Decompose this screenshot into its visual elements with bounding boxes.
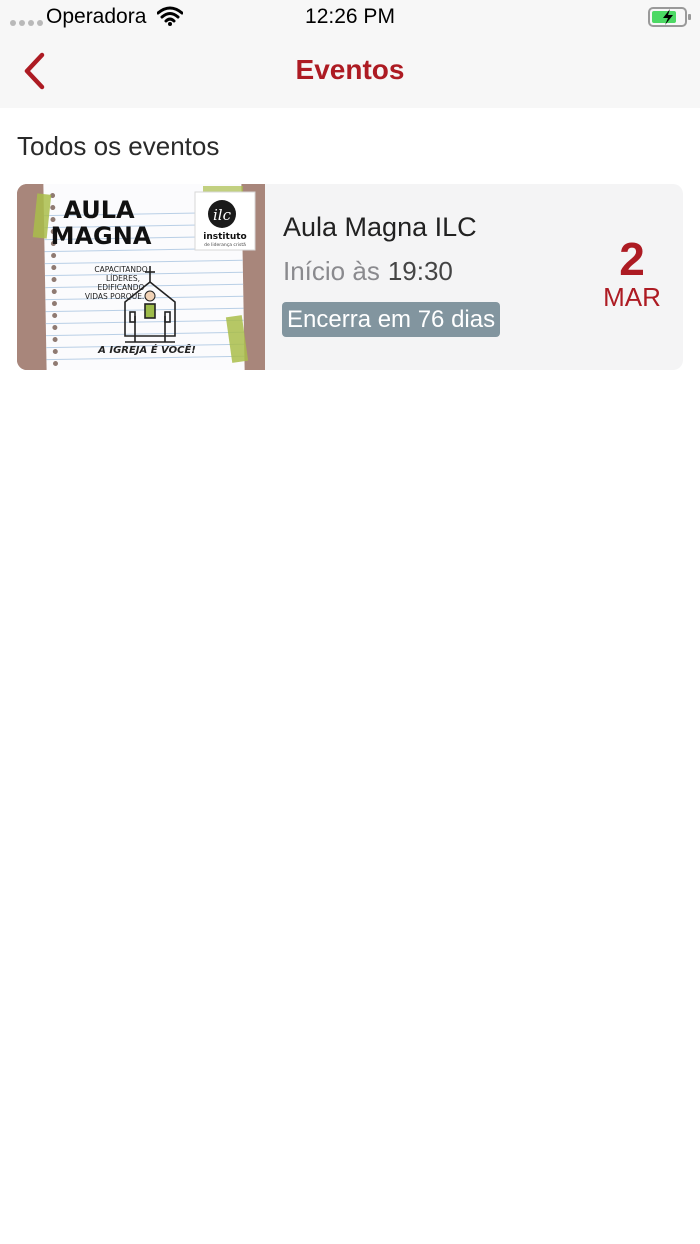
event-start-time: 19:30: [387, 256, 453, 286]
poster-title-line2: MAGNA: [51, 222, 152, 250]
poster-subtitle-line4: VIDAS PORQUE...: [85, 292, 149, 301]
event-title: Aula Magna ILC: [283, 212, 477, 242]
event-date-month: MAR: [603, 282, 661, 312]
status-bar: Operadora 12:26 PM: [0, 0, 700, 34]
status-time: 12:26 PM: [305, 5, 395, 28]
page-title: Eventos: [295, 54, 405, 85]
battery-charging-icon: [648, 6, 692, 33]
section-title: Todos os eventos: [17, 131, 220, 161]
event-start-label: Início às: [283, 256, 380, 286]
event-start: Início às 19:30: [283, 256, 453, 287]
event-ends-badge: Encerra em 76 dias: [282, 302, 501, 337]
poster-logo-sub: de liderança cristã: [204, 242, 246, 248]
poster-tagline: A IGREJA É VOCÊ!: [97, 342, 196, 356]
poster-title-line1: AULA: [63, 196, 135, 224]
event-card[interactable]: AULA MAGNA CAPACITANDO LÍDERES, EDIFICAN…: [17, 184, 683, 370]
poster-subtitle-line1: CAPACITANDO: [94, 265, 147, 274]
poster-subtitle-line2: LÍDERES,: [106, 274, 140, 283]
poster-logo-name: instituto: [203, 232, 246, 242]
poster-logo-mark: ilc: [213, 206, 232, 224]
event-poster-image: AULA MAGNA CAPACITANDO LÍDERES, EDIFICAN…: [17, 184, 265, 370]
poster-subtitle-line3: EDIFICANDO: [98, 283, 145, 292]
navigation-bar: Eventos: [0, 34, 700, 108]
event-date-day: 2: [619, 233, 645, 285]
